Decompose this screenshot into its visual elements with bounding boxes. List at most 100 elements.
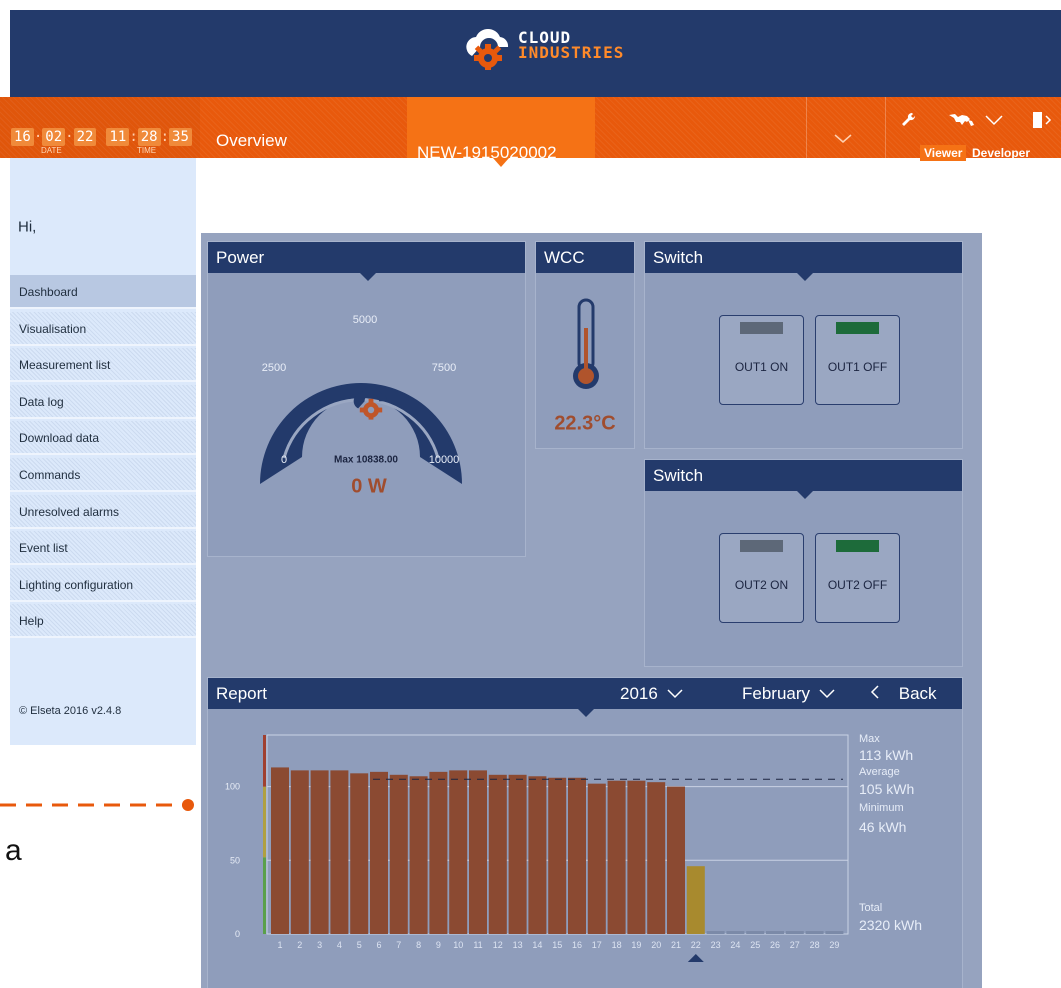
x-tick-label: 29: [829, 940, 839, 950]
world-map-icon[interactable]: [948, 112, 978, 128]
y-tick-label: 50: [230, 855, 240, 865]
sidebar-item-download-data[interactable]: Download data: [10, 421, 196, 456]
logout-door-icon[interactable]: [1031, 110, 1053, 130]
chevron-down-icon: [819, 689, 835, 699]
out2-on-indicator: [740, 540, 783, 552]
brand-logo[interactable]: CLOUD INDUSTRIES: [458, 22, 628, 78]
back-button[interactable]: Back: [870, 684, 937, 704]
tab-overview-label: Overview: [216, 131, 287, 150]
x-tick-label: 18: [612, 940, 622, 950]
role-developer[interactable]: Developer: [968, 145, 1034, 161]
report-chart: 0501001 2 3 4 5 6 7 8 9 10 11 12 13 14 15 16 17 18 19 20 21 2…: [225, 734, 849, 962]
clock-month: 02: [42, 128, 66, 146]
bar-day-7: [389, 774, 408, 934]
wrench-icon[interactable]: [901, 112, 917, 128]
minimum-label: Minimum: [859, 802, 904, 814]
x-tick-label: 3: [317, 940, 322, 950]
month-selector[interactable]: February: [742, 684, 835, 704]
out2-off-indicator: [836, 540, 879, 552]
footer-copyright: © Elseta 2016 v2.4.8: [19, 705, 122, 717]
sidebar-item-unresolved-alarms[interactable]: Unresolved alarms: [10, 494, 196, 529]
year-selector[interactable]: 2016: [620, 684, 683, 704]
chart-plot: 0501001 2 3 4 5 6 7 8 9 10 11 12 13 14 15 16 17 18 19 20 21 2…: [225, 734, 849, 962]
bar-day-12: [488, 774, 507, 934]
tab-overview[interactable]: Overview: [200, 97, 407, 158]
greeting: Hi,: [18, 218, 37, 236]
sidebar-item-data-log[interactable]: Data log: [10, 384, 196, 419]
x-tick-label: 2: [297, 940, 302, 950]
sidebar-item-measurement-list[interactable]: Measurement list: [10, 348, 196, 383]
power-panel: Power 0 2500 5000 7500 10000 Max 10838.0…: [207, 241, 526, 557]
level-strip-red: [263, 735, 266, 787]
sidebar-item-help[interactable]: Help: [10, 604, 196, 639]
average-label: Average: [859, 766, 900, 778]
switch1-panel: Switch OUT1 ON OUT1 OFF: [644, 241, 963, 449]
sidebar-item-lighting-configuration[interactable]: Lighting configuration: [10, 567, 196, 602]
clock-hour: 11: [106, 128, 130, 146]
sidebar-item-commands[interactable]: Commands: [10, 458, 196, 492]
gauge-tick-2500: 2500: [261, 362, 287, 374]
x-tick-label: 7: [396, 940, 401, 950]
panel-caret: [360, 273, 376, 281]
date-label: DATE: [41, 146, 62, 155]
x-tick-label: 15: [552, 940, 562, 950]
current-day-marker: [687, 954, 704, 962]
bar-day-1: [271, 767, 289, 934]
thermometer-icon: [573, 298, 599, 389]
bar-day-10: [449, 770, 468, 934]
gauge-tick-5000: 5000: [352, 314, 378, 326]
out2-on-button[interactable]: OUT2 ON: [719, 533, 804, 623]
gauge-tick-0: 0: [280, 454, 288, 466]
bar-day-2: [290, 770, 309, 934]
x-tick-label: 28: [810, 940, 820, 950]
bar-day-22: [686, 866, 705, 934]
x-tick-label: 4: [337, 940, 342, 950]
out1-off-indicator: [836, 322, 879, 334]
tab-device[interactable]: NEW-1915020002: [407, 97, 595, 162]
bar-day-13: [508, 774, 527, 934]
bar-day-4: [330, 770, 349, 934]
total-value: 2320 kWh: [859, 917, 923, 933]
bar-day-29: [825, 931, 844, 934]
out1-off-button[interactable]: OUT1 OFF: [815, 315, 900, 405]
sidebar-item-event-list[interactable]: Event list: [10, 531, 196, 566]
x-tick-label: 6: [376, 940, 381, 950]
x-tick-label: 1: [277, 940, 282, 950]
wcc-title: WCC: [536, 242, 634, 273]
annotation-letter: a: [5, 834, 22, 867]
gauge-max-label: Max: [334, 454, 354, 466]
clock: 16 · 02 · 22 11: 28: 35 DATE TIME: [11, 128, 192, 155]
tab-dropdown-toggle[interactable]: [806, 97, 886, 158]
out2-off-button[interactable]: OUT2 OFF: [815, 533, 900, 623]
x-tick-label: 10: [453, 940, 463, 950]
brand-line2: INDUSTRIES: [518, 43, 625, 62]
language-chevron-icon[interactable]: [984, 114, 1004, 126]
bar-day-25: [746, 931, 765, 934]
bar-day-24: [726, 931, 745, 934]
minimum-value: 46 kWh: [859, 819, 907, 835]
role-viewer[interactable]: Viewer: [920, 145, 967, 161]
max-value: 113 kWh: [859, 747, 914, 763]
level-strip-green: [263, 857, 266, 934]
x-tick-label: 9: [436, 940, 441, 950]
x-tick-label: 14: [532, 940, 542, 950]
bar-day-15: [548, 777, 567, 934]
average-value: 105 kWh: [859, 781, 915, 797]
switch1-title: Switch: [645, 242, 962, 273]
chevron-down-icon: [667, 689, 683, 699]
year-value: 2016: [620, 684, 658, 703]
bar-day-20: [647, 782, 666, 934]
max-label: Max: [859, 733, 880, 745]
y-tick-label: 0: [235, 929, 240, 939]
bar-day-5: [350, 773, 369, 934]
report-panel: Report 2016 February Back 0 50 100 1 2 3 4 5 6 7 8…: [207, 677, 963, 988]
switch2-panel: Switch OUT2 ON OUT2 OFF: [644, 459, 963, 667]
panel-caret: [797, 273, 813, 281]
out1-on-button[interactable]: OUT1 ON: [719, 315, 804, 405]
x-tick-label: 8: [416, 940, 421, 950]
x-tick-label: 24: [730, 940, 740, 950]
wcc-value: 22.3°C: [554, 412, 616, 435]
sidebar-item-dashboard[interactable]: Dashboard: [10, 275, 196, 309]
bar-day-17: [587, 783, 606, 934]
sidebar-item-visualisation[interactable]: Visualisation: [10, 311, 196, 346]
